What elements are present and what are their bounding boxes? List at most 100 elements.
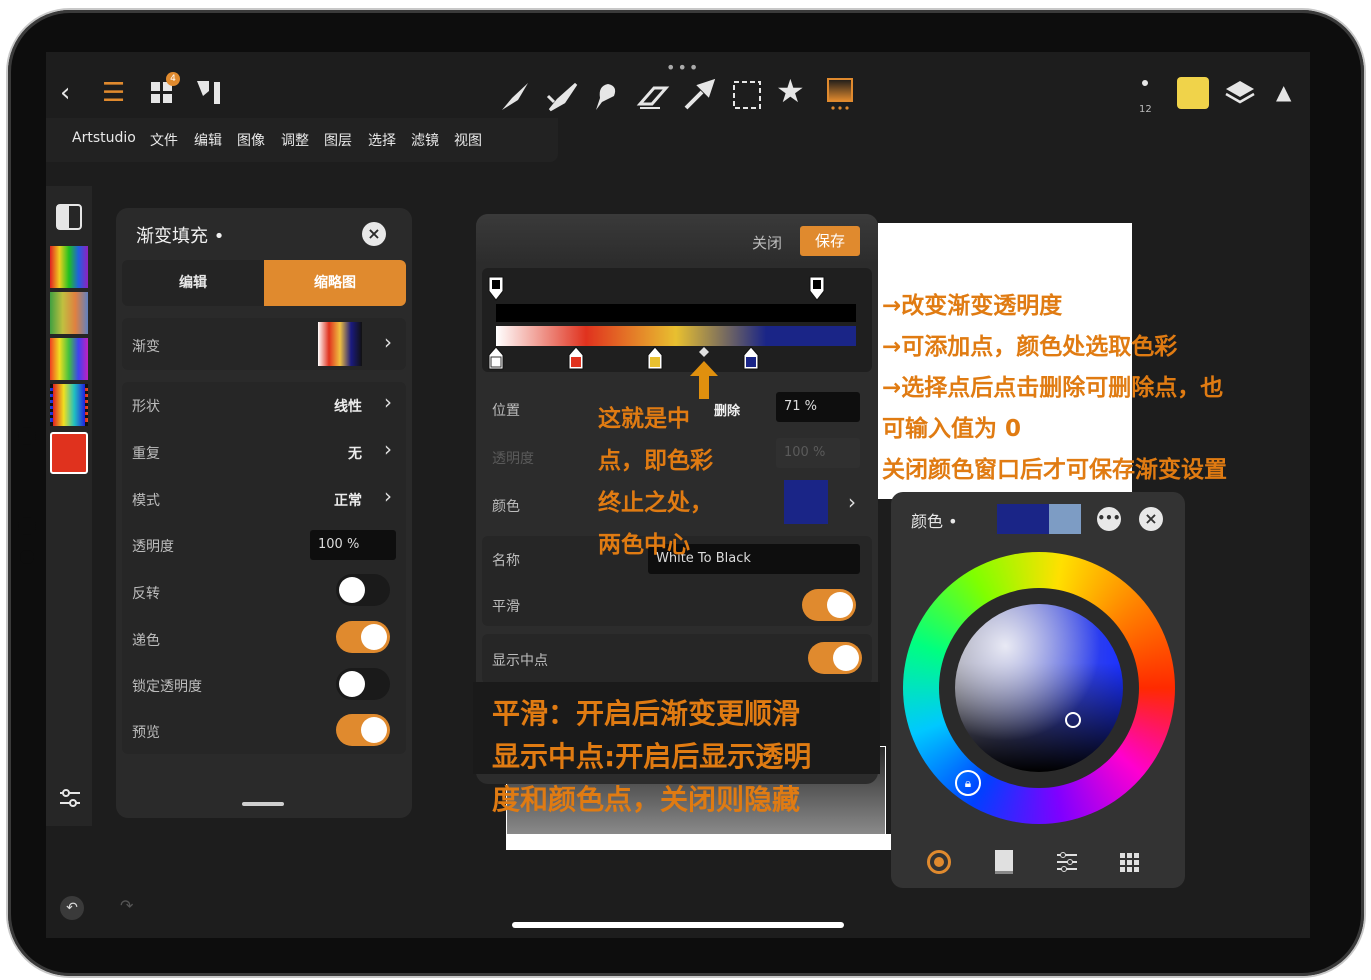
- current-color-swatch[interactable]: [1177, 77, 1209, 109]
- color-stop-yellow[interactable]: [647, 346, 663, 370]
- wheel-mode-icon[interactable]: [927, 850, 951, 874]
- preview-label: 预览: [132, 725, 160, 741]
- annotation-line: 终止之处，: [598, 490, 713, 516]
- brush-size-dot-icon[interactable]: [1142, 80, 1148, 86]
- color-stop-blue[interactable]: [743, 346, 759, 370]
- shape-value[interactable]: 线性: [334, 396, 362, 416]
- lock-icon[interactable]: 🔒︎: [955, 770, 981, 796]
- dither-label: 递色: [132, 633, 160, 649]
- gradient-label: 渐变: [132, 339, 160, 355]
- opacity-strip[interactable]: [496, 304, 856, 322]
- color-panel: 颜色 • ••• × 🔒︎: [891, 492, 1185, 888]
- repeat-label: 重复: [132, 446, 160, 462]
- smudge-tool-icon[interactable]: [546, 80, 580, 114]
- more-options-icon[interactable]: •••: [1097, 507, 1121, 531]
- menu-image[interactable]: 图像: [237, 130, 265, 150]
- annotation-line: 显示中点:开启后显示透明: [492, 740, 812, 773]
- collapse-toolbar-icon[interactable]: ▲: [1276, 80, 1291, 104]
- stop-color-swatch[interactable]: [784, 480, 828, 524]
- device-dot: [18, 517, 36, 535]
- gradient-row[interactable]: 渐变 ›: [122, 318, 406, 370]
- color-stop-white[interactable]: [488, 346, 504, 370]
- drag-handle[interactable]: [242, 802, 284, 806]
- gradient-thumbnail[interactable]: [318, 322, 362, 366]
- sliders-mode-icon[interactable]: [1055, 850, 1079, 874]
- menu-layer[interactable]: 图层: [324, 130, 352, 150]
- annotation-line: 度和颜色点，关闭则隐藏: [492, 783, 801, 816]
- invert-label: 反转: [132, 586, 160, 602]
- tab-thumbnail[interactable]: 缩略图: [264, 260, 406, 306]
- swatch-mode-icon[interactable]: [995, 850, 1013, 874]
- layers-icon[interactable]: [1224, 78, 1256, 108]
- menu-edit[interactable]: 编辑: [194, 130, 222, 150]
- save-button[interactable]: 保存: [800, 226, 860, 256]
- notification-badge: 4: [166, 72, 180, 86]
- menu-adjust[interactable]: 调整: [281, 130, 309, 150]
- favorites-star-icon[interactable]: ★: [776, 75, 805, 107]
- invert-toggle[interactable]: [336, 574, 390, 606]
- opacity-stop-right[interactable]: [809, 276, 825, 302]
- back-icon[interactable]: ‹: [60, 78, 70, 108]
- opacity-stop-left[interactable]: [488, 276, 504, 302]
- eyedropper-tool-icon[interactable]: [682, 78, 716, 112]
- brush-tool-icon[interactable]: [498, 80, 532, 114]
- opacity-field[interactable]: 100 %: [310, 530, 396, 560]
- toggle-knob: [339, 671, 365, 697]
- name-label: 名称: [492, 553, 520, 569]
- tab-edit[interactable]: 编辑: [122, 260, 264, 306]
- canvas-edge: [507, 834, 891, 850]
- redo-icon[interactable]: ↷: [120, 896, 133, 915]
- gradient-strip[interactable]: [496, 326, 856, 346]
- annotation-line: 平滑：开启后渐变更顺滑: [492, 697, 801, 730]
- preset-swatch-spectrum[interactable]: [50, 338, 88, 380]
- close-icon[interactable]: ×: [362, 222, 386, 246]
- lock-opacity-toggle[interactable]: [336, 668, 390, 700]
- preset-swatch-dotted[interactable]: [50, 384, 88, 426]
- color-stop-red[interactable]: [568, 346, 584, 370]
- gradient-tool-icon[interactable]: [826, 77, 854, 111]
- smooth-toggle[interactable]: [802, 589, 856, 621]
- home-indicator: [512, 922, 844, 928]
- annotation-line: 这就是中: [598, 406, 690, 432]
- chevron-right-icon: ›: [384, 390, 392, 414]
- sliders-icon[interactable]: [58, 786, 82, 810]
- panel-title: 渐变填充 •: [136, 226, 225, 247]
- saturation-brightness-wheel[interactable]: [955, 604, 1123, 772]
- dither-toggle[interactable]: [336, 621, 390, 653]
- position-label: 位置: [492, 403, 520, 419]
- mode-value[interactable]: 正常: [334, 490, 362, 510]
- midpoint-marker[interactable]: [698, 346, 710, 358]
- menu-view[interactable]: 视图: [454, 130, 482, 150]
- preset-swatch-rainbow[interactable]: [50, 246, 88, 288]
- menu-icon[interactable]: ☰: [102, 78, 125, 108]
- menu-artstudio[interactable]: Artstudio: [72, 130, 136, 146]
- blur-tool-icon[interactable]: [590, 80, 624, 114]
- show-midpoint-toggle[interactable]: [808, 642, 862, 674]
- show-midpoint-label: 显示中点: [492, 653, 548, 669]
- secondary-color-swatch[interactable]: [1049, 504, 1081, 534]
- preview-toggle[interactable]: [336, 714, 390, 746]
- menu-select[interactable]: 选择: [368, 130, 396, 150]
- active-color-swatch[interactable]: [50, 432, 88, 474]
- brush-settings-icon[interactable]: [194, 78, 224, 108]
- menu-file[interactable]: 文件: [150, 130, 178, 150]
- delete-button[interactable]: 删除: [714, 400, 740, 419]
- device-dot: [18, 427, 36, 445]
- close-button[interactable]: 关闭: [752, 232, 782, 253]
- editor-opacity-field[interactable]: 100 %: [776, 438, 860, 468]
- undo-icon[interactable]: ↶: [60, 896, 84, 920]
- palette-grid-icon[interactable]: [1119, 852, 1141, 874]
- more-dots-icon[interactable]: •••: [666, 58, 700, 77]
- preset-swatch-muted[interactable]: [50, 292, 88, 334]
- split-view-icon[interactable]: [56, 204, 82, 230]
- repeat-value[interactable]: 无: [348, 443, 362, 463]
- selection-tool-icon[interactable]: [730, 78, 764, 112]
- position-field[interactable]: 71 %: [776, 392, 860, 422]
- primary-color-swatch[interactable]: [997, 504, 1049, 534]
- color-picker-cursor[interactable]: [1065, 712, 1081, 728]
- chevron-right-icon: ›: [384, 484, 392, 508]
- eraser-tool-icon[interactable]: [636, 80, 670, 114]
- close-icon[interactable]: ×: [1139, 507, 1163, 531]
- toggle-knob: [361, 717, 387, 743]
- menu-filter[interactable]: 滤镜: [411, 130, 439, 150]
